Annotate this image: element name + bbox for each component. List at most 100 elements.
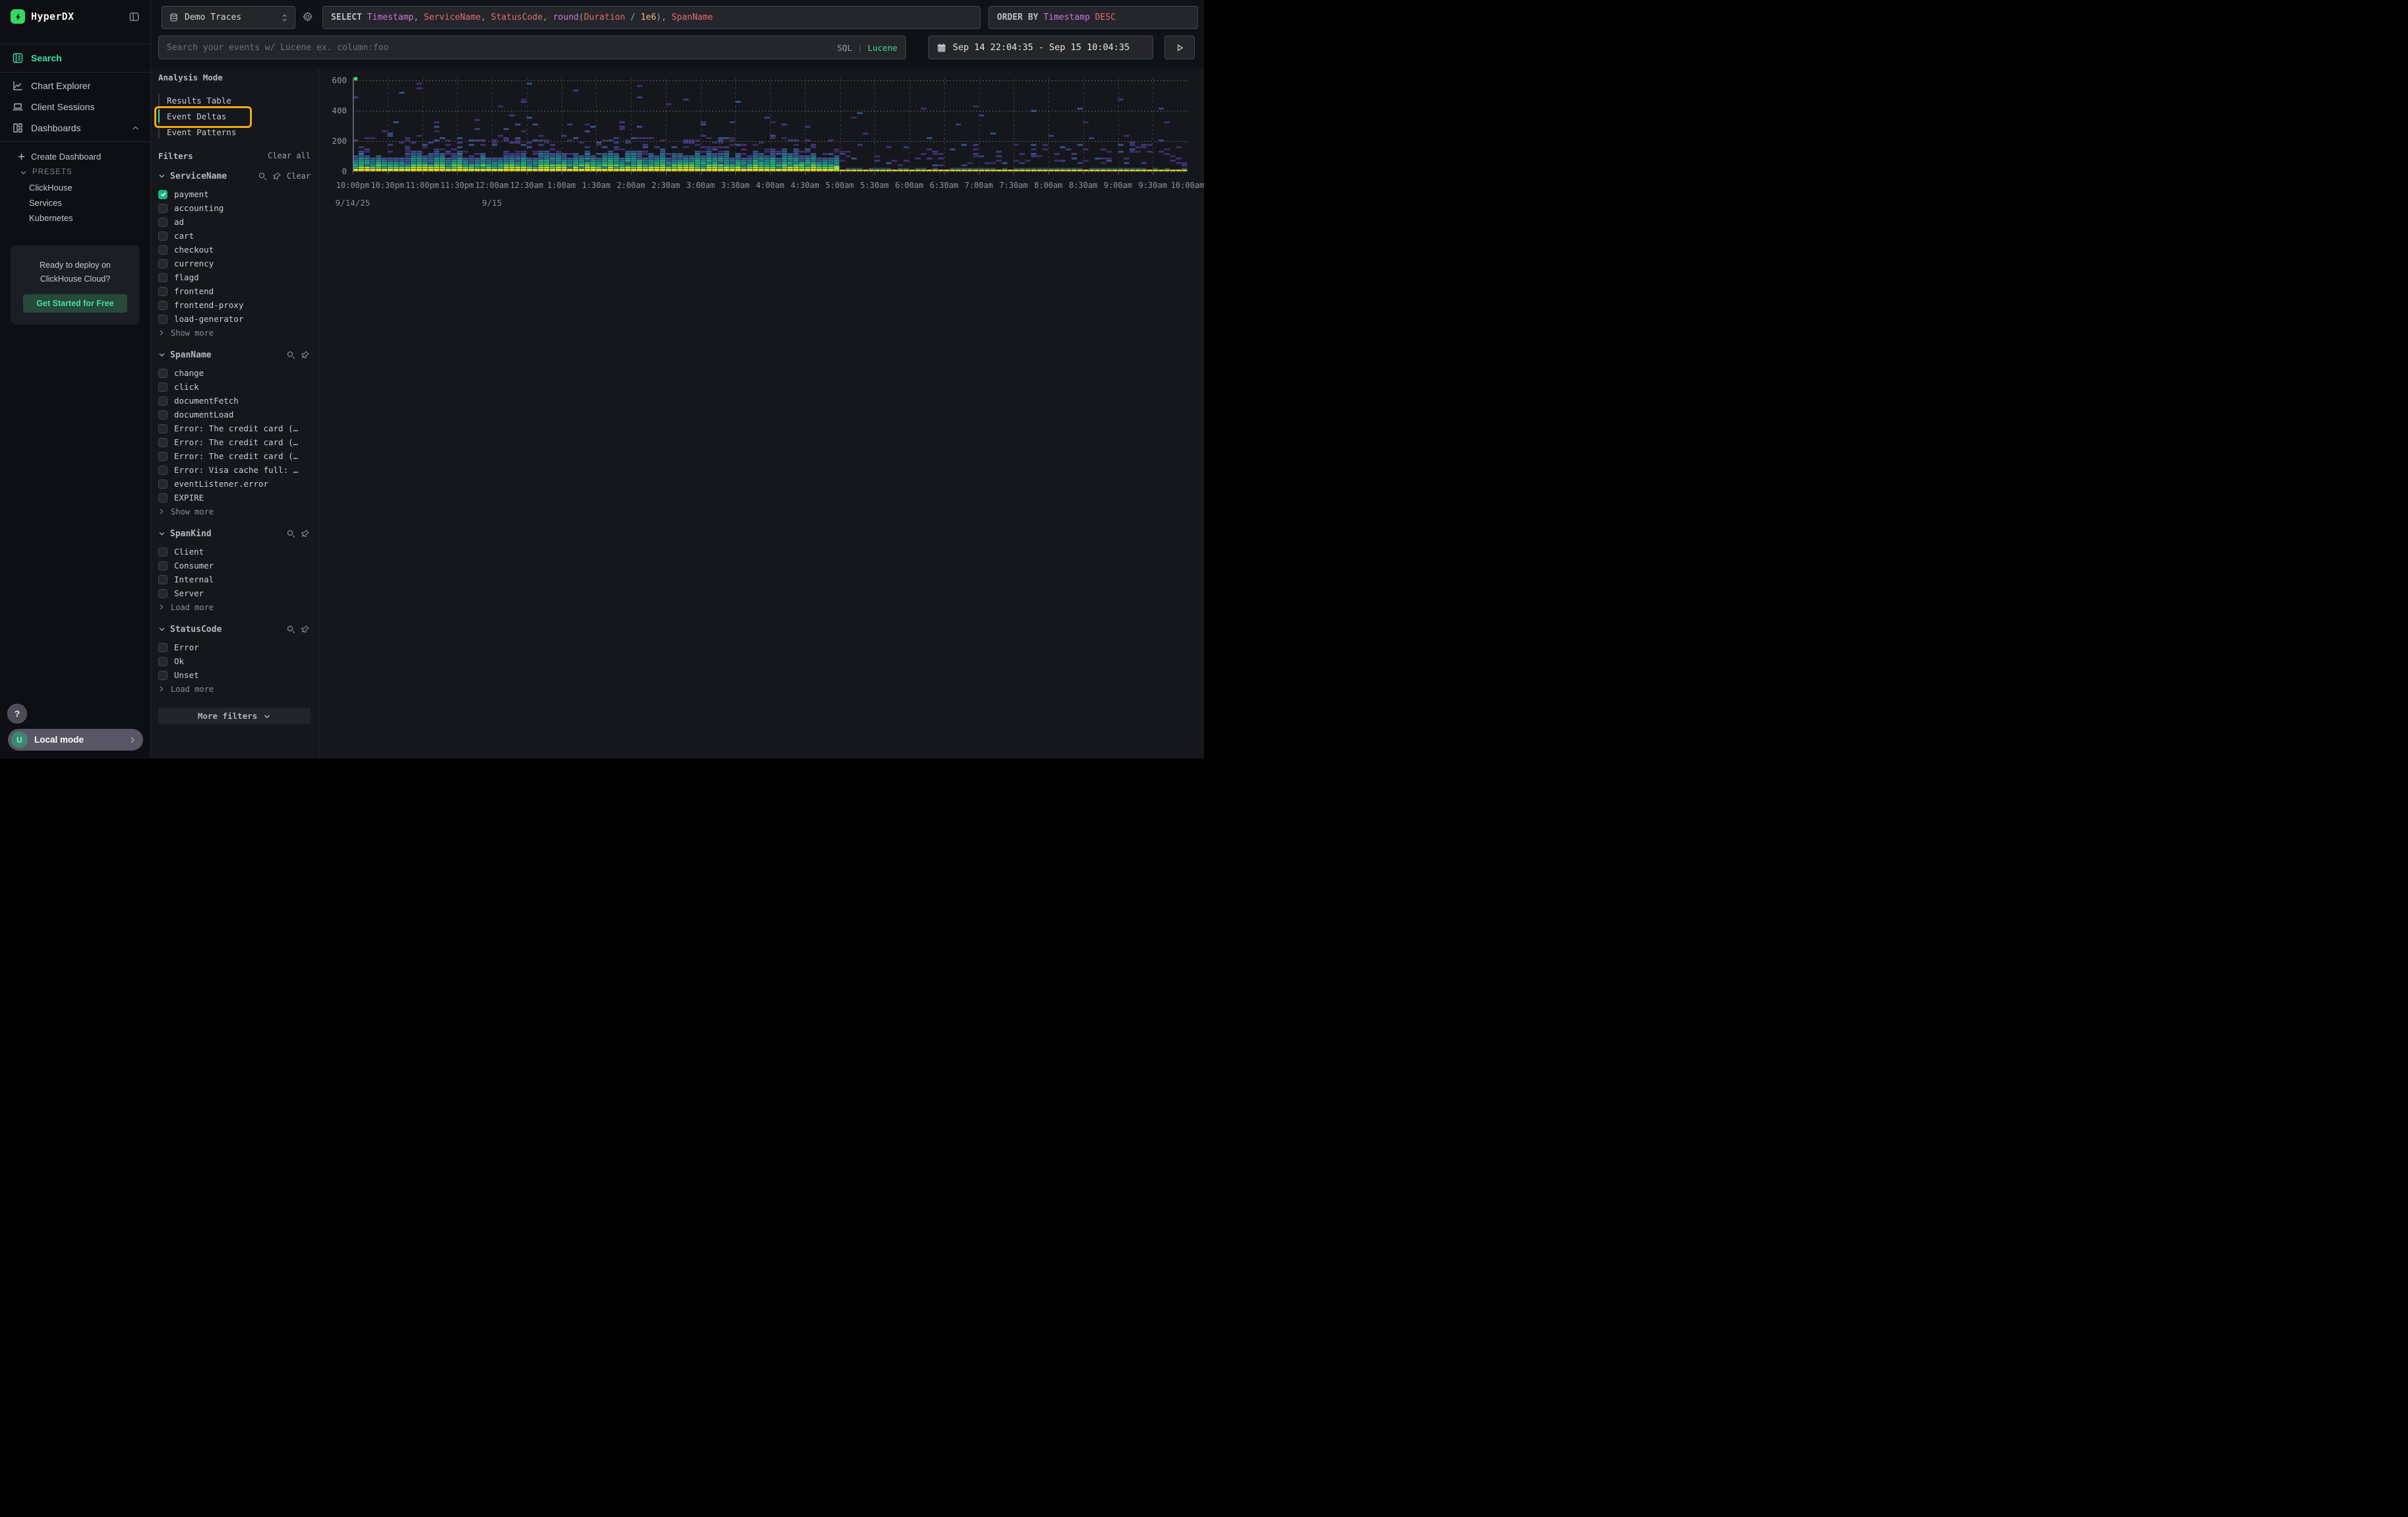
sidebar-item-client-sessions[interactable]: Client Sessions xyxy=(0,96,150,117)
checkbox[interactable] xyxy=(158,547,167,557)
user-menu[interactable]: U Local mode xyxy=(8,729,143,751)
search-input[interactable] xyxy=(167,43,832,53)
filter-option-server[interactable]: Server xyxy=(158,586,311,600)
filter-group-header-statuscode[interactable]: StatusCode xyxy=(158,623,311,635)
checkbox[interactable] xyxy=(158,438,167,447)
analysis-mode-results-table[interactable]: Results Table xyxy=(167,92,311,108)
checkbox[interactable] xyxy=(158,643,167,652)
search-icon[interactable] xyxy=(258,171,268,181)
checkbox[interactable] xyxy=(158,287,167,296)
checkbox-checked[interactable] xyxy=(158,190,167,199)
pin-icon[interactable] xyxy=(301,350,311,360)
checkbox[interactable] xyxy=(158,493,167,503)
filter-option-click[interactable]: click xyxy=(158,380,311,394)
checkbox[interactable] xyxy=(158,452,167,461)
checkbox[interactable] xyxy=(158,396,167,406)
checkbox[interactable] xyxy=(158,575,167,584)
pin-icon[interactable] xyxy=(272,171,282,181)
presets-toggle[interactable]: PRESETS xyxy=(0,164,150,180)
sidebar-item-kubernetes[interactable]: Kubernetes xyxy=(0,210,150,226)
filter-option-flagd[interactable]: flagd xyxy=(158,270,311,284)
mode-sql-toggle[interactable]: SQL xyxy=(837,43,853,53)
get-started-button[interactable]: Get Started for Free xyxy=(23,294,127,313)
checkbox[interactable] xyxy=(158,245,167,255)
sql-select-editor[interactable]: SELECT Timestamp, ServiceName, StatusCod… xyxy=(322,6,980,29)
sidebar-item-dashboards[interactable]: Dashboards xyxy=(0,117,150,139)
filter-option-client[interactable]: Client xyxy=(158,545,311,559)
run-query-button[interactable] xyxy=(1164,36,1195,59)
load-more-button[interactable]: Load more xyxy=(158,600,311,614)
checkbox[interactable] xyxy=(158,410,167,419)
checkbox[interactable] xyxy=(158,301,167,310)
checkbox[interactable] xyxy=(158,232,167,241)
filter-option-consumer[interactable]: Consumer xyxy=(158,559,311,573)
checkbox[interactable] xyxy=(158,480,167,489)
filter-option-error-the-credit-card-[interactable]: Error: The credit card (… xyxy=(158,421,311,435)
pin-icon[interactable] xyxy=(301,625,311,635)
checkbox[interactable] xyxy=(158,671,167,680)
filter-option-documentload[interactable]: documentLoad xyxy=(158,408,311,421)
checkbox[interactable] xyxy=(158,369,167,378)
show-more-button[interactable]: Show more xyxy=(158,505,311,518)
filter-option-ok[interactable]: Ok xyxy=(158,654,311,668)
heatmap-canvas[interactable] xyxy=(353,77,1188,175)
filter-option-accounting[interactable]: accounting xyxy=(158,201,311,215)
sidebar-item-chart-explorer[interactable]: Chart Explorer xyxy=(0,75,150,96)
search-icon[interactable] xyxy=(286,529,296,539)
source-settings-button[interactable] xyxy=(302,11,313,22)
filter-option-unset[interactable]: Unset xyxy=(158,668,311,682)
filter-option-cart[interactable]: cart xyxy=(158,229,311,243)
checkbox[interactable] xyxy=(158,218,167,227)
help-button[interactable]: ? xyxy=(7,704,27,724)
checkbox[interactable] xyxy=(158,259,167,268)
checkbox[interactable] xyxy=(158,466,167,475)
filter-option-internal[interactable]: Internal xyxy=(158,573,311,586)
source-select[interactable]: Demo Traces xyxy=(162,6,295,29)
checkbox[interactable] xyxy=(158,561,167,571)
filter-group-header-spankind[interactable]: SpanKind xyxy=(158,528,311,540)
filter-option-error-the-credit-card-[interactable]: Error: The credit card (… xyxy=(158,435,311,449)
filter-option-load-generator[interactable]: load-generator xyxy=(158,312,311,326)
checkbox[interactable] xyxy=(158,589,167,598)
pin-icon[interactable] xyxy=(301,529,311,539)
filter-option-expire[interactable]: EXPIRE xyxy=(158,491,311,505)
checkbox[interactable] xyxy=(158,424,167,433)
checkbox[interactable] xyxy=(158,204,167,213)
clear-group-button[interactable]: Clear xyxy=(287,171,311,181)
clear-all-button[interactable]: Clear all xyxy=(268,151,311,160)
sidebar-item-search[interactable]: Search xyxy=(0,44,150,73)
create-dashboard-button[interactable]: Create Dashboard xyxy=(0,148,150,164)
mode-lucene-toggle[interactable]: Lucene xyxy=(868,43,897,53)
search-icon[interactable] xyxy=(286,350,296,360)
filter-option-error-the-credit-card-[interactable]: Error: The credit card (… xyxy=(158,449,311,463)
sql-orderby-editor[interactable]: ORDER BY Timestamp DESC xyxy=(988,6,1198,29)
load-more-button[interactable]: Load more xyxy=(158,682,311,696)
filter-option-error-visa-cache-full-[interactable]: Error: Visa cache full: … xyxy=(158,463,311,477)
time-range-picker[interactable]: Sep 14 22:04:35 - Sep 15 10:04:35 xyxy=(928,36,1153,59)
filter-option-documentfetch[interactable]: documentFetch xyxy=(158,394,311,408)
analysis-mode-event-deltas[interactable]: Event Deltas xyxy=(167,108,311,124)
sidebar-item-clickhouse[interactable]: ClickHouse xyxy=(0,180,150,195)
more-filters-button[interactable]: More filters xyxy=(158,708,311,724)
plot-area[interactable] xyxy=(353,77,1188,175)
search-icon[interactable] xyxy=(286,625,296,635)
filter-option-eventlistener-error[interactable]: eventListener.error xyxy=(158,477,311,491)
analysis-mode-event-patterns[interactable]: Event Patterns xyxy=(167,124,311,140)
checkbox[interactable] xyxy=(158,383,167,392)
filter-option-checkout[interactable]: checkout xyxy=(158,243,311,257)
checkbox[interactable] xyxy=(158,273,167,282)
sidebar-collapse-icon[interactable] xyxy=(129,11,140,22)
show-more-button[interactable]: Show more xyxy=(158,326,311,340)
checkbox[interactable] xyxy=(158,657,167,666)
filter-option-ad[interactable]: ad xyxy=(158,215,311,229)
filter-option-error[interactable]: Error xyxy=(158,640,311,654)
filter-option-frontend-proxy[interactable]: frontend-proxy xyxy=(158,298,311,312)
filter-option-payment[interactable]: payment xyxy=(158,187,311,201)
filter-option-change[interactable]: change xyxy=(158,366,311,380)
filter-group-header-servicename[interactable]: ServiceNameClear xyxy=(158,170,311,182)
checkbox[interactable] xyxy=(158,315,167,324)
sidebar-item-services[interactable]: Services xyxy=(0,195,150,210)
filter-option-frontend[interactable]: frontend xyxy=(158,284,311,298)
filter-option-currency[interactable]: currency xyxy=(158,257,311,270)
filter-group-header-spanname[interactable]: SpanName xyxy=(158,349,311,361)
